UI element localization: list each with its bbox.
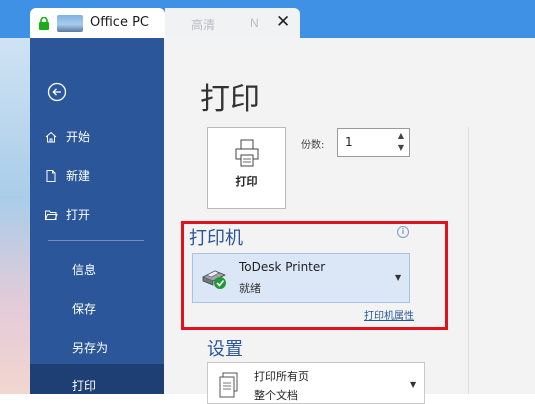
tab-title: Office PC	[90, 15, 149, 30]
nav-item-new[interactable]: 新建	[44, 167, 90, 184]
open-folder-icon	[45, 210, 58, 220]
back-arrow-icon[interactable]	[47, 82, 67, 102]
copies-value: 1	[345, 135, 353, 149]
info-icon[interactable]: i	[397, 226, 409, 238]
office-window: 开始 新建 打开 信息 保存 另存为 打印 打印 打印 份数: 1 ▲ ▼ 打印…	[30, 38, 535, 404]
desktop-thumbnail-icon	[57, 15, 83, 32]
print-button[interactable]: 打印	[207, 127, 286, 209]
home-icon	[45, 131, 57, 142]
sidebar-item-save-as[interactable]: 另存为	[72, 339, 108, 356]
lock-icon	[39, 17, 49, 30]
printer-dropdown[interactable]: ToDesk Printer 就绪 ▼	[192, 253, 410, 303]
copies-label: 份数:	[301, 140, 325, 151]
settings-heading: 设置	[207, 339, 243, 360]
print-range-description: 整个文档	[254, 389, 298, 402]
desktop-background	[0, 38, 30, 394]
print-button-label: 打印	[235, 175, 258, 188]
chevron-down-icon: ▼	[395, 273, 402, 282]
quality-toggle[interactable]: 高清	[191, 16, 215, 33]
backstage-sidebar: 开始 新建 打开 信息 保存 另存为 打印	[30, 38, 164, 394]
print-pane: 打印 打印 份数: 1 ▲ ▼ 打印机 i ToDesk Printer 就绪 …	[164, 38, 535, 404]
preview-divider	[468, 127, 469, 394]
sidebar-item-print-label: 打印	[72, 379, 97, 393]
nav-label-home: 开始	[66, 130, 91, 144]
sidebar-divider	[48, 240, 144, 241]
page-title: 打印	[200, 82, 260, 117]
stepper-up-icon[interactable]: ▲	[398, 131, 404, 140]
printer-heading: 打印机	[189, 228, 243, 249]
nav-label-new: 新建	[66, 169, 91, 183]
sidebar-item-save[interactable]: 保存	[72, 300, 96, 317]
nav-label-open: 打开	[66, 208, 91, 222]
tab-office-pc[interactable]: Office PC	[30, 8, 165, 38]
n-button[interactable]: N	[250, 16, 259, 30]
printer-section: 打印机 i ToDesk Printer 就绪 ▼ 打印机属性	[181, 221, 448, 330]
print-range-value: 打印所有页	[254, 370, 309, 383]
tab-toolbar: 高清 N ✕	[165, 8, 300, 38]
stepper-down-icon[interactable]: ▼	[398, 143, 404, 152]
print-range-dropdown[interactable]: 打印所有页 整个文档 ▼	[207, 362, 425, 404]
printer-name: ToDesk Printer	[239, 260, 326, 274]
nav-item-open[interactable]: 打开	[44, 206, 90, 223]
sidebar-item-info[interactable]: 信息	[72, 261, 96, 278]
sidebar-item-print[interactable]: 打印	[30, 364, 164, 394]
close-icon[interactable]: ✕	[276, 12, 290, 32]
new-document-icon	[46, 169, 56, 182]
nav-item-home[interactable]: 开始	[44, 128, 90, 145]
printer-ready-icon	[202, 270, 226, 289]
copies-stepper[interactable]: 1 ▲ ▼	[337, 128, 410, 157]
pages-icon	[219, 372, 238, 398]
chevron-down-icon: ▼	[410, 380, 417, 389]
printer-icon	[235, 139, 259, 167]
printer-properties-link[interactable]: 打印机属性	[364, 307, 414, 322]
printer-status: 就绪	[239, 282, 261, 295]
